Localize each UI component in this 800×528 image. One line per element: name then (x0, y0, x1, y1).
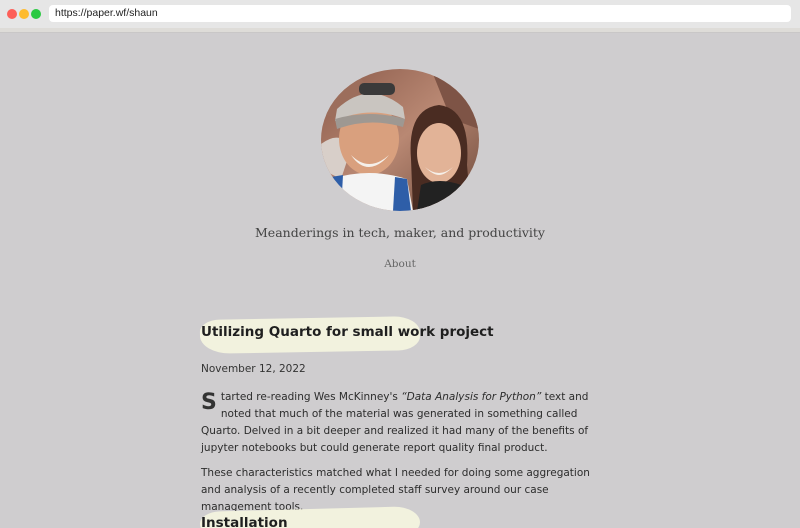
maximize-window-button[interactable] (31, 9, 41, 19)
section-heading: Installation (201, 515, 288, 528)
avatar (321, 69, 479, 211)
avatar-photo (321, 69, 479, 211)
toolbar-divider (0, 28, 800, 33)
minimize-window-button[interactable] (19, 9, 29, 19)
nav-link-about[interactable]: About (0, 258, 800, 270)
post-paragraph-1: Started re-reading Wes McKinney's “Data … (201, 389, 601, 457)
paragraph-text: tarted re-reading Wes McKinney's (220, 391, 402, 403)
book-title: “Data Analysis for Python” (401, 391, 542, 403)
site-tagline: Meanderings in tech, maker, and producti… (255, 225, 545, 240)
close-window-button[interactable] (7, 9, 17, 19)
post-title: Utilizing Quarto for small work project (201, 324, 494, 340)
address-bar[interactable]: https://paper.wf/shaun (49, 5, 791, 22)
post-date: November 12, 2022 (201, 363, 306, 375)
drop-cap: S (201, 390, 217, 415)
address-bar-url: https://paper.wf/shaun (55, 7, 158, 19)
browser-toolbar: https://paper.wf/shaun (0, 0, 800, 28)
